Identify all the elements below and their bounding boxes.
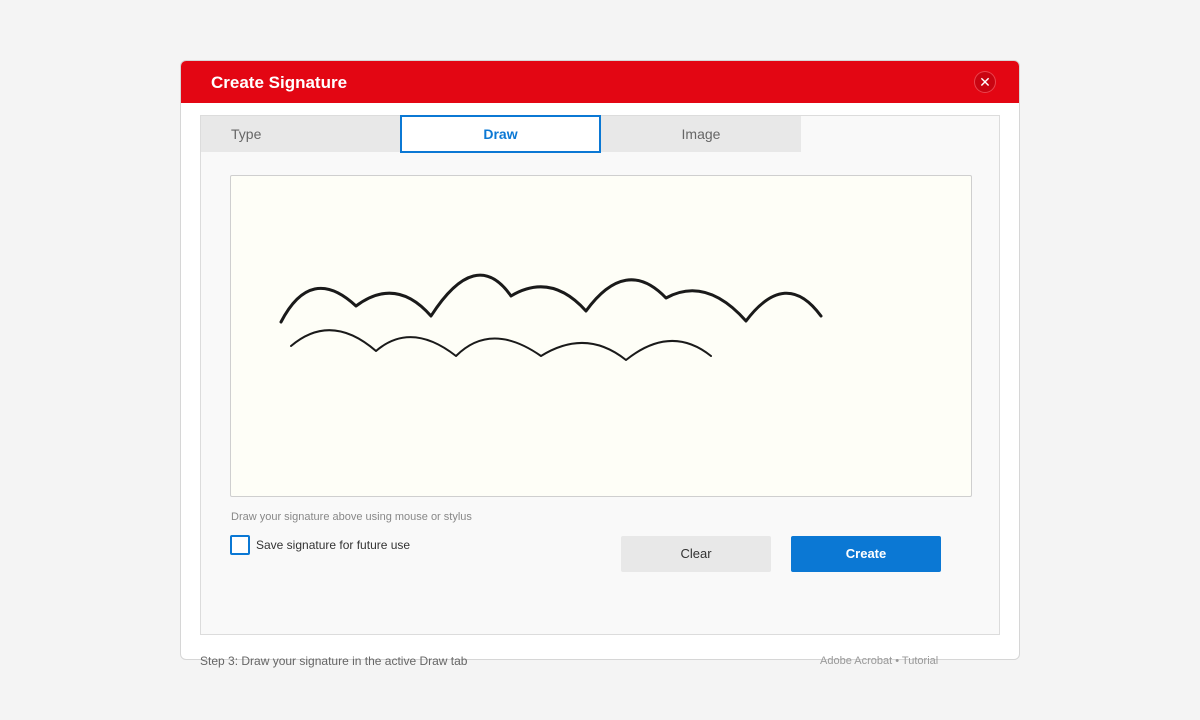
- dialog-titlebar: Create Signature ✕: [181, 61, 1019, 103]
- brand-caption: Adobe Acrobat • Tutorial: [820, 655, 939, 667]
- clear-button[interactable]: Clear: [621, 536, 771, 572]
- draw-hint: Draw your signature above using mouse or…: [231, 511, 472, 523]
- signature-stroke-2: [290, 329, 712, 361]
- create-signature-dialog: Create Signature ✕ Type Draw Image Draw …: [180, 60, 1020, 660]
- signature-canvas[interactable]: [230, 175, 972, 497]
- tab-draw[interactable]: Draw: [400, 115, 601, 153]
- tab-type[interactable]: Type: [201, 116, 401, 152]
- dialog-title: Create Signature: [211, 73, 348, 92]
- signature-drawing: [279, 273, 823, 361]
- signature-panel: Type Draw Image Draw your signature abov…: [200, 115, 1000, 635]
- save-signature-label[interactable]: Save signature for future use: [256, 538, 410, 552]
- signature-stroke-1: [279, 273, 823, 324]
- tab-image[interactable]: Image: [601, 116, 801, 152]
- create-button[interactable]: Create: [791, 536, 941, 572]
- step-caption: Step 3: Draw your signature in the activ…: [200, 654, 468, 668]
- save-signature-checkbox[interactable]: [230, 535, 250, 555]
- close-icon[interactable]: ✕: [975, 72, 995, 92]
